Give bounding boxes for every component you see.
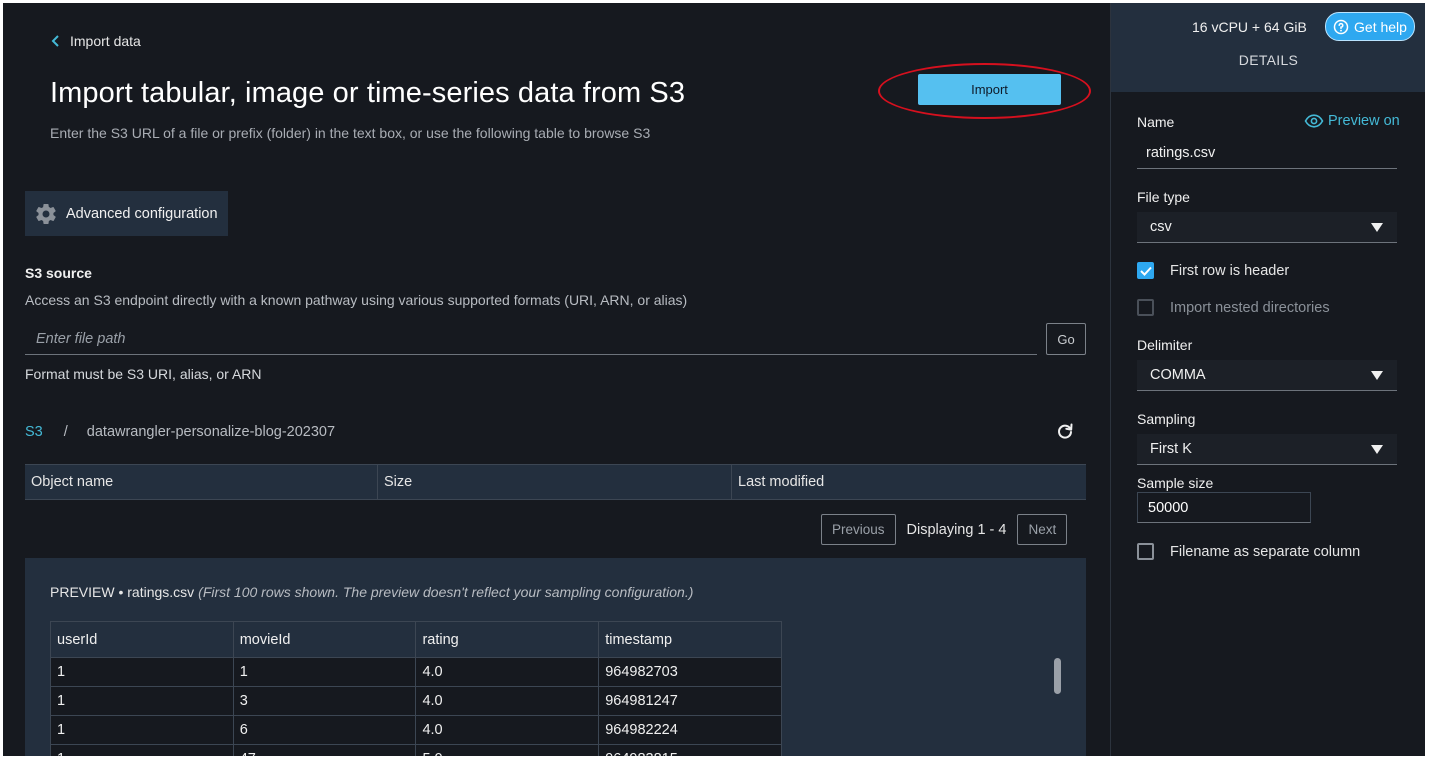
table-cell: 1 [50, 686, 234, 716]
preview-column-header: timestamp [598, 621, 782, 658]
table-cell: 964981247 [598, 686, 782, 716]
next-page-button[interactable]: Next [1017, 514, 1068, 545]
instance-resources: 16 vCPU + 64 GiB [1192, 19, 1307, 35]
chevron-left-icon [51, 35, 59, 47]
format-hint: Format must be S3 URI, alias, or ARN [25, 366, 262, 382]
table-cell: 4.0 [415, 686, 600, 716]
page-title: Import tabular, image or time-series dat… [50, 77, 686, 109]
details-panel-header: 16 vCPU + 64 GiB Get help DETAILS [1111, 3, 1425, 92]
table-cell: 964982224 [598, 715, 782, 745]
get-help-label: Get help [1354, 18, 1407, 35]
table-row: 1 47 5.0 964983815 [50, 744, 782, 756]
file-type-label: File type [1137, 189, 1190, 205]
import-button[interactable]: Import [918, 74, 1061, 105]
file-path-input[interactable] [25, 324, 1037, 355]
table-cell: 1 [50, 715, 234, 745]
eye-icon [1304, 114, 1324, 128]
column-header-last-modified[interactable]: Last modified [732, 465, 1086, 499]
s3-source-heading: S3 source [25, 265, 92, 281]
gear-icon [36, 203, 56, 224]
table-cell: 3 [232, 686, 417, 716]
app-frame: Import data Import tabular, image or tim… [3, 3, 1425, 756]
column-header-size[interactable]: Size [378, 465, 732, 499]
name-label: Name [1137, 114, 1175, 130]
table-row: 1 1 4.0 964982703 [50, 657, 782, 687]
pagination: Previous Displaying 1 - 4 Next [821, 514, 1068, 545]
sample-size-label: Sample size [1137, 475, 1214, 491]
preview-toggle[interactable]: Preview on [1304, 113, 1400, 129]
details-panel: 16 vCPU + 64 GiB Get help DETAILS Name P… [1110, 3, 1425, 756]
preview-column-header: userId [50, 621, 234, 658]
help-circle-icon [1333, 19, 1349, 34]
table-cell: 964983815 [598, 744, 782, 756]
advanced-configuration-button[interactable]: Advanced configuration [25, 191, 228, 236]
delimiter-value: COMMA [1150, 367, 1206, 383]
table-row: 1 6 4.0 964982224 [50, 715, 782, 745]
pagination-status: Displaying 1 - 4 [906, 521, 1007, 538]
table-cell: 964982703 [598, 657, 782, 687]
delimiter-select[interactable]: COMMA [1137, 360, 1397, 391]
go-button[interactable]: Go [1046, 323, 1086, 355]
filename-column-checkbox[interactable]: Filename as separate column [1137, 543, 1360, 560]
filename-column-label: Filename as separate column [1170, 543, 1361, 560]
back-link[interactable]: Import data [50, 33, 141, 49]
sampling-label: Sampling [1137, 411, 1196, 427]
file-type-select[interactable]: csv [1137, 212, 1397, 243]
main-content: Import data Import tabular, image or tim… [3, 3, 1110, 756]
object-table-header: Object name Size Last modified [25, 464, 1086, 500]
details-heading: DETAILS [1238, 52, 1299, 68]
caret-down-icon [1371, 444, 1383, 454]
preview-note: (First 100 rows shown. The preview doesn… [198, 584, 694, 600]
page-subtitle: Enter the S3 URL of a file or prefix (fo… [50, 125, 651, 141]
breadcrumb-current: datawrangler-personalize-blog-202307 [86, 424, 336, 440]
sampling-value: First K [1150, 441, 1192, 457]
import-nested-label: Import nested directories [1170, 299, 1330, 316]
checkbox-checked-icon [1137, 262, 1154, 279]
table-cell: 1 [50, 744, 234, 756]
breadcrumb-separator: / [63, 424, 68, 440]
preview-file-label: PREVIEW • ratings.csv [50, 584, 195, 600]
breadcrumb-root-link[interactable]: S3 [25, 424, 43, 440]
table-cell: 1 [50, 657, 234, 687]
caret-down-icon [1371, 222, 1383, 232]
table-cell: 4.0 [415, 715, 600, 745]
table-cell: 4.0 [415, 657, 600, 687]
first-row-header-label: First row is header [1170, 262, 1290, 279]
checkbox-unchecked-icon [1137, 299, 1154, 316]
table-row: 1 3 4.0 964981247 [50, 686, 782, 716]
first-row-header-checkbox[interactable]: First row is header [1137, 262, 1289, 279]
table-cell: 1 [232, 657, 417, 687]
checkbox-unchecked-icon [1137, 543, 1154, 560]
preview-panel: PREVIEW • ratings.csv (First 100 rows sho… [25, 558, 1086, 756]
previous-page-button[interactable]: Previous [821, 514, 896, 545]
sample-size-input[interactable] [1137, 492, 1311, 523]
table-cell: 47 [232, 744, 417, 756]
name-input[interactable] [1137, 138, 1397, 169]
caret-down-icon [1371, 370, 1383, 380]
file-type-value: csv [1150, 219, 1172, 235]
refresh-icon[interactable] [1055, 421, 1075, 441]
import-nested-directories-checkbox[interactable]: Import nested directories [1137, 299, 1330, 316]
preview-table: userId movieId rating timestamp 1 1 4.0 … [50, 621, 782, 756]
preview-title: PREVIEW • ratings.csv (First 100 rows sho… [50, 584, 693, 600]
preview-column-header: rating [415, 621, 600, 658]
preview-scrollbar[interactable] [1054, 658, 1061, 694]
preview-column-header: movieId [232, 621, 417, 658]
preview-toggle-label: Preview on [1328, 113, 1400, 129]
delimiter-label: Delimiter [1137, 337, 1193, 353]
sampling-select[interactable]: First K [1137, 434, 1397, 465]
column-header-object-name[interactable]: Object name [25, 465, 378, 499]
breadcrumb: S3 / datawrangler-personalize-blog-20230… [25, 424, 335, 440]
preview-header-row: userId movieId rating timestamp [50, 621, 782, 658]
s3-source-description: Access an S3 endpoint directly with a kn… [25, 292, 688, 308]
table-cell: 5.0 [415, 744, 600, 756]
back-link-label: Import data [70, 33, 141, 49]
advanced-configuration-label: Advanced configuration [66, 205, 218, 222]
table-cell: 6 [232, 715, 417, 745]
get-help-button[interactable]: Get help [1325, 12, 1415, 41]
